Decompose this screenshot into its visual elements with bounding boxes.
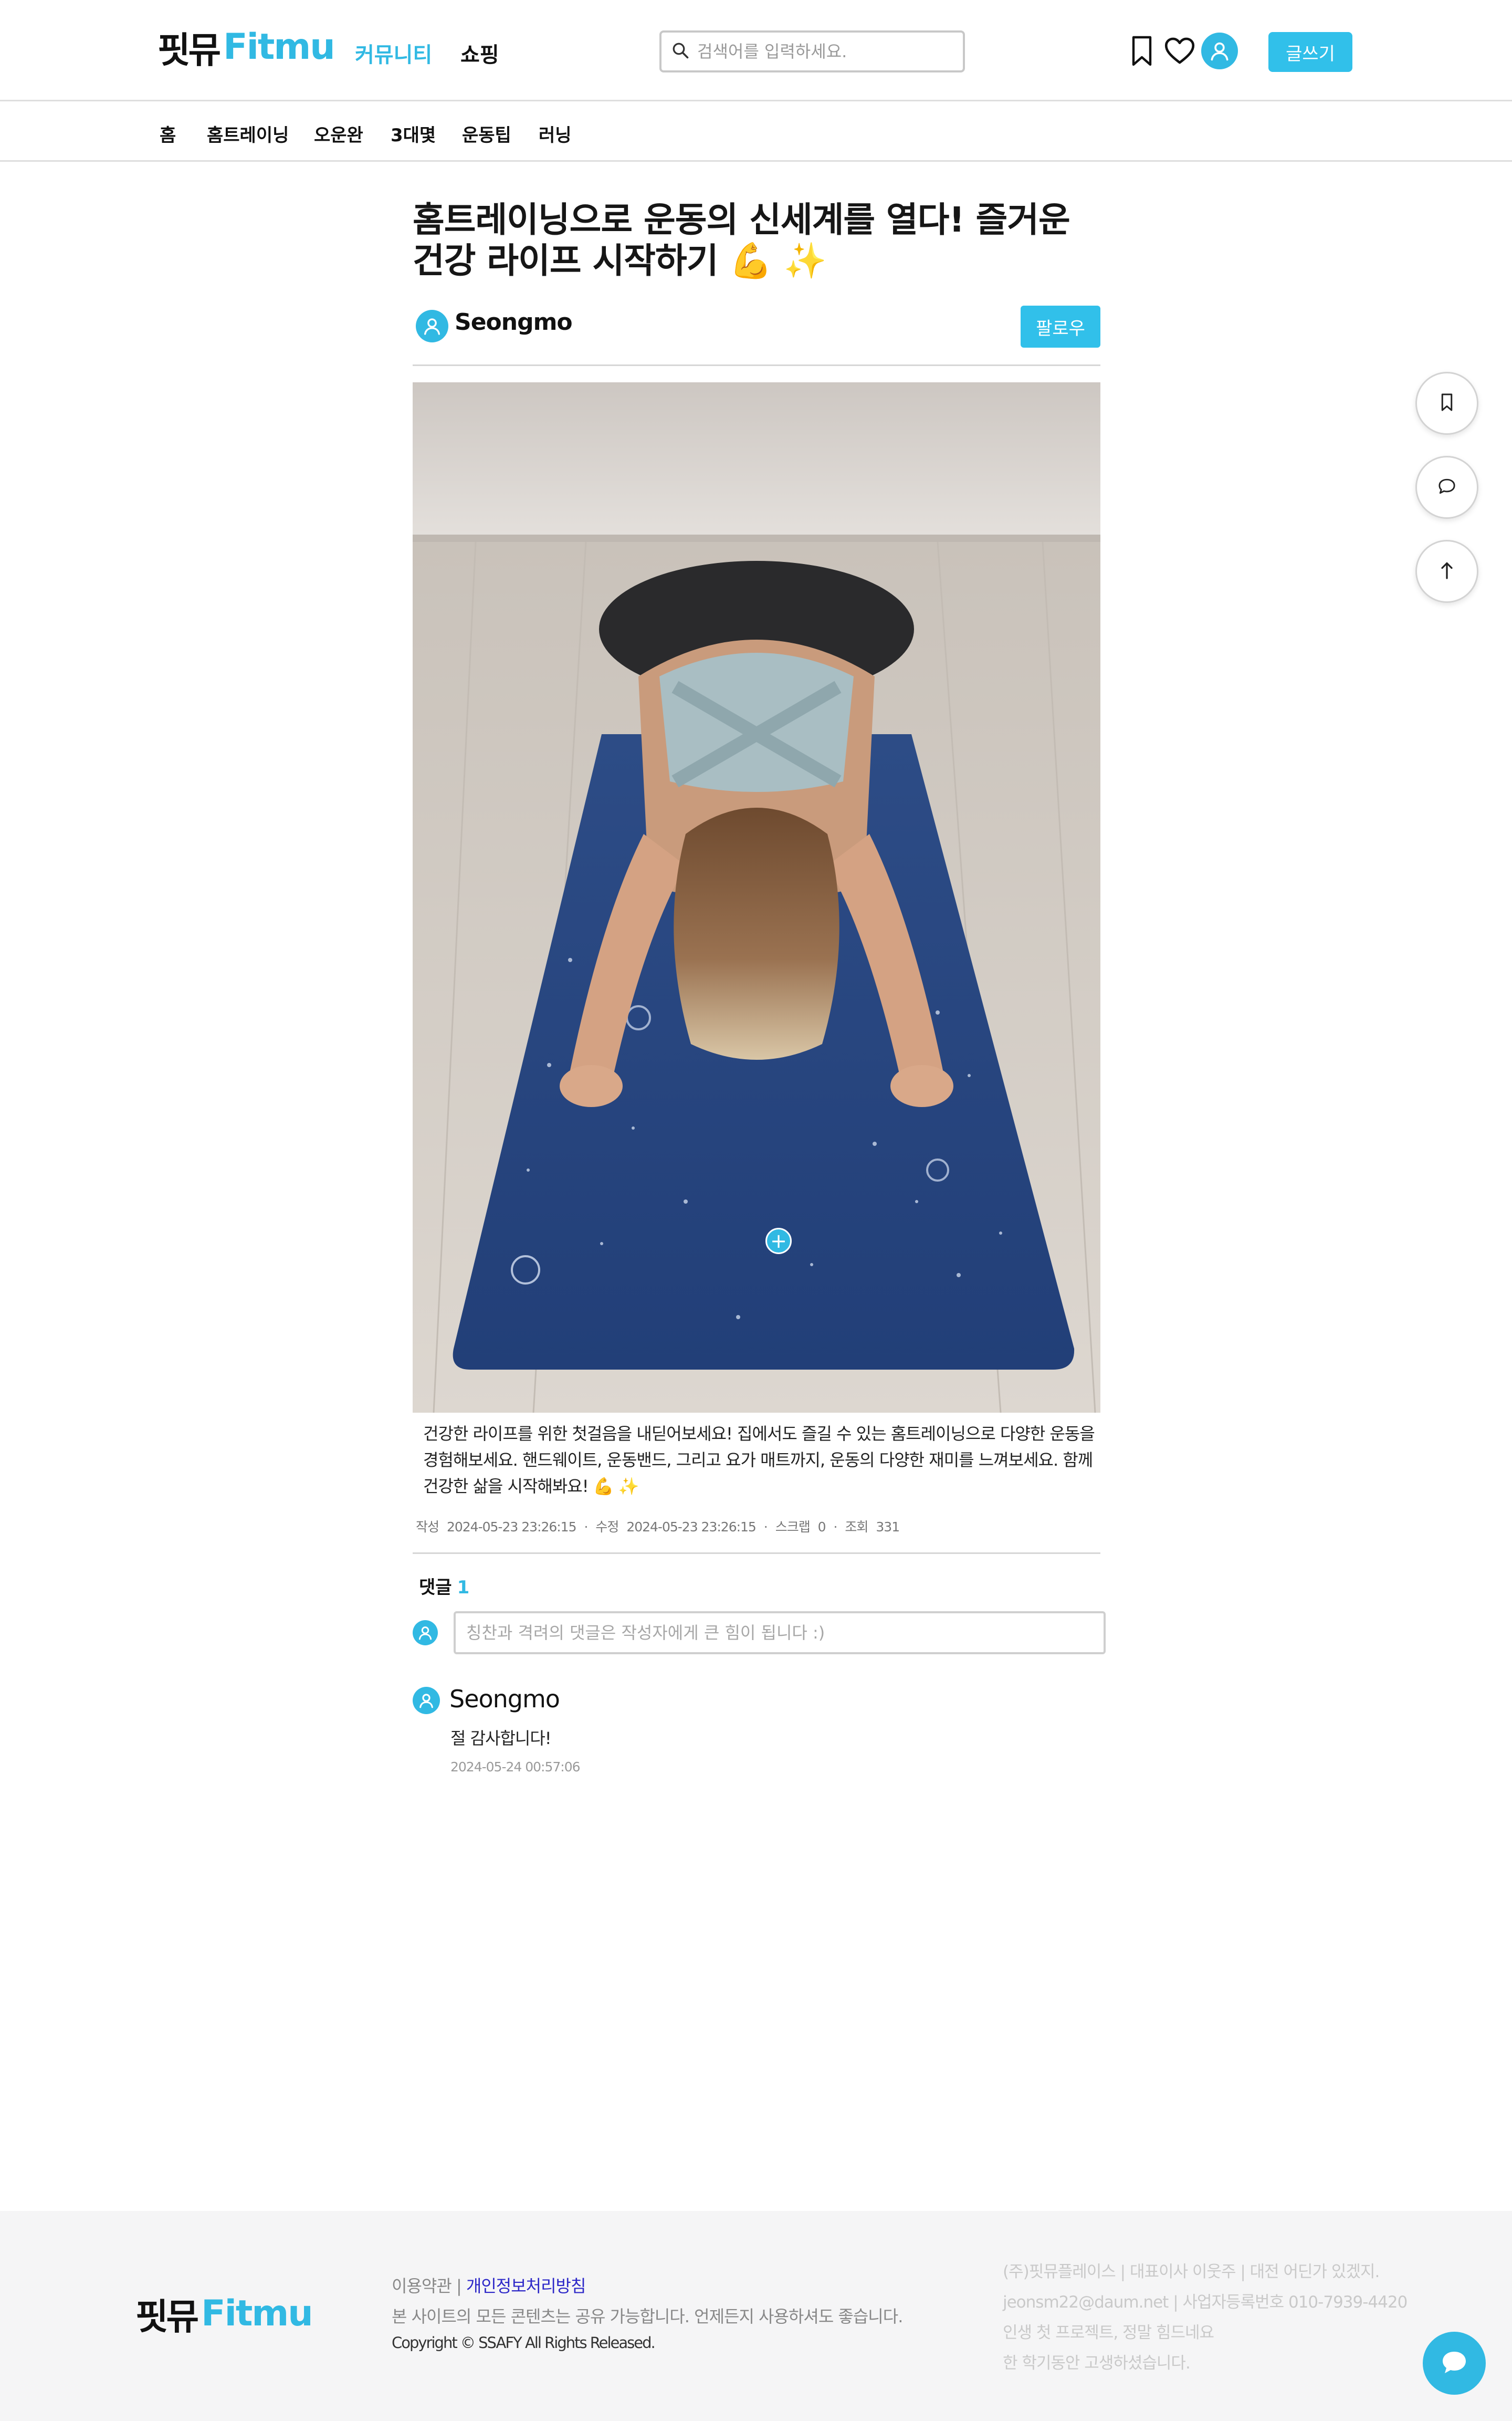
side-bookmark-button[interactable] (1415, 372, 1478, 435)
post-image (413, 382, 1100, 1413)
side-scroll-top-button[interactable] (1415, 540, 1478, 603)
add-tag-icon[interactable]: + (765, 1228, 792, 1254)
my-avatar-icon (413, 1620, 438, 1645)
divider (413, 1552, 1100, 1554)
footer-logo-english: Fitmu (201, 2293, 313, 2334)
meta-modified-label: 수정 (595, 1519, 619, 1535)
footer-separator: | (451, 2276, 466, 2296)
footer-logo-korean: 핏뮤 (135, 2297, 199, 2338)
search-icon (671, 41, 690, 62)
author-avatar-icon[interactable] (416, 310, 448, 342)
footer-company-line: 한 학기동안 고생하셨습니다. (1003, 2354, 1191, 2373)
logo-korean: 핏뮤 (158, 29, 221, 71)
comment-text: 절 감사합니다! (450, 1728, 552, 1748)
footer-logo[interactable]: 핏뮤 Fitmu (135, 2288, 313, 2340)
meta-views: 331 (876, 1519, 900, 1535)
category-workout-tips[interactable]: 운동팁 (462, 121, 511, 147)
footer-terms-link[interactable]: 이용약관 (392, 2276, 452, 2296)
logo-english: Fitmu (223, 26, 335, 68)
bookmark-icon[interactable] (1124, 33, 1160, 69)
category-big3[interactable]: 3대몇 (391, 121, 436, 147)
search-input[interactable] (697, 41, 949, 61)
meta-scrap-label: 스크랩 (775, 1519, 811, 1535)
post-title: 홈트레이닝으로 운동의 신세계를 열다! 즐거운 건강 라이프 시작하기 💪 ✨ (413, 200, 1070, 281)
footer-copyright: Copyright © SSAFY All Rights Released. (392, 2334, 656, 2352)
footer-share-notice: 본 사이트의 모든 콘텐츠는 공유 가능합니다. 언제든지 사용하셔도 좋습니다… (392, 2307, 903, 2326)
comment-icon (1437, 477, 1457, 497)
heart-icon[interactable] (1161, 33, 1198, 69)
chat-bubble-icon (1441, 2349, 1468, 2377)
write-button[interactable]: 글쓰기 (1268, 32, 1352, 72)
category-home-training[interactable]: 홈트레이닝 (207, 121, 289, 147)
footer-company-line: (주)핏뮤플레이스 | 대표이사 이웃주 | 대전 어딘가 있겠지. (1003, 2262, 1380, 2281)
bookmark-icon (1439, 392, 1455, 414)
side-comment-button[interactable] (1415, 456, 1478, 519)
meta-modified: 2024-05-23 23:26:15 (626, 1519, 757, 1535)
post-body: 건강한 라이프를 위한 첫걸음을 내딛어보세요! 집에서도 즐길 수 있는 홈트… (423, 1424, 1095, 1496)
follow-button[interactable]: 팔로우 (1021, 306, 1100, 348)
category-ounwan[interactable]: 오운완 (314, 121, 363, 147)
comments-heading: 댓글 1 (419, 1573, 469, 1599)
footer-privacy-link[interactable]: 개인정보처리방침 (466, 2276, 586, 2296)
user-avatar-icon[interactable] (1201, 33, 1238, 69)
site-logo[interactable]: 핏뮤 Fitmu (158, 23, 335, 71)
comments-count: 1 (457, 1577, 470, 1598)
meta-views-label: 조회 (845, 1519, 868, 1535)
divider (413, 364, 1100, 366)
meta-created-label: 작성 (416, 1519, 439, 1535)
footer-company-line: 인생 첫 프로젝트, 정말 힘드네요 (1003, 2323, 1214, 2342)
meta-created: 2024-05-23 23:26:15 (446, 1519, 577, 1535)
comment-author[interactable]: Seongmo (449, 1685, 560, 1713)
meta-scrap: 0 (817, 1519, 826, 1535)
chat-button[interactable] (1423, 2332, 1486, 2395)
footer-links: 이용약관 | 개인정보처리방침 (392, 2273, 586, 2297)
search-box[interactable] (659, 30, 965, 72)
nav-shopping[interactable]: 쇼핑 (460, 38, 499, 68)
category-running[interactable]: 러닝 (539, 121, 572, 147)
comment-input[interactable] (454, 1611, 1106, 1654)
footer-company-line: jeonsm22@daum.net | 사업자등록번호 010-7939-442… (1003, 2293, 1408, 2312)
nav-community[interactable]: 커뮤니티 (355, 38, 432, 68)
comments-label: 댓글 (419, 1577, 452, 1598)
category-home[interactable]: 홈 (160, 121, 176, 147)
post-meta: 작성 2024-05-23 23:26:15 · 수정 2024-05-23 2… (416, 1519, 900, 1535)
author-name[interactable]: Seongmo (455, 309, 573, 336)
commenter-avatar-icon[interactable] (413, 1687, 440, 1714)
arrow-up-icon (1439, 561, 1455, 582)
comment-date: 2024-05-24 00:57:06 (450, 1759, 581, 1775)
